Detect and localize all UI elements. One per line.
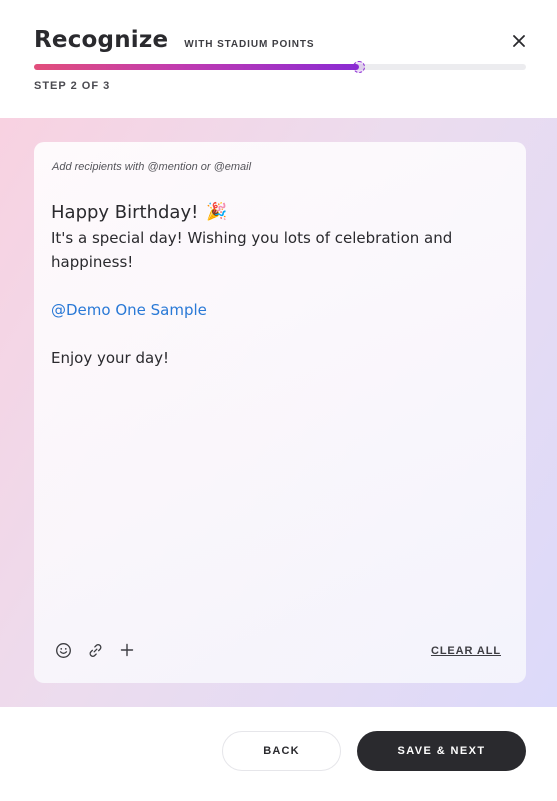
- page-subtitle: WITH STADIUM POINTS: [184, 39, 315, 50]
- message-closing: Enjoy your day!: [51, 349, 170, 367]
- plus-icon: [120, 643, 134, 657]
- progress-fill: [34, 64, 359, 70]
- editor-background: Add recipients with @mention or @email H…: [0, 118, 557, 707]
- link-button[interactable]: [86, 641, 104, 659]
- close-button[interactable]: [509, 31, 529, 51]
- progress-handle: [352, 61, 365, 73]
- modal-footer: BACK SAVE & NEXT: [0, 707, 557, 801]
- message-title: Happy Birthday! 🎉: [51, 198, 511, 226]
- message-editor[interactable]: Add recipients with @mention or @email H…: [34, 142, 526, 683]
- message-line: It's a special day! Wishing you lots of …: [51, 229, 453, 247]
- clear-all-button[interactable]: CLEAR ALL: [431, 645, 501, 657]
- back-button[interactable]: BACK: [222, 731, 341, 771]
- modal-header: Recognize WITH STADIUM POINTS STEP 2 OF …: [0, 0, 557, 118]
- emoji-icon: [55, 642, 71, 658]
- link-icon: [89, 643, 101, 657]
- add-button[interactable]: [118, 641, 136, 659]
- title-row: Recognize WITH STADIUM POINTS: [34, 27, 315, 53]
- message-line: happiness!: [51, 253, 134, 271]
- message-title-text: Happy Birthday!: [51, 201, 199, 223]
- message-body[interactable]: Happy Birthday! 🎉 It's a special day! Wi…: [51, 198, 511, 370]
- progress-bar: [34, 61, 526, 73]
- mention-link[interactable]: @Demo One Sample: [51, 298, 511, 322]
- close-icon: [513, 35, 525, 47]
- editor-toolbar: [54, 641, 136, 659]
- emoji-button[interactable]: [54, 641, 72, 659]
- recipients-input[interactable]: Add recipients with @mention or @email: [52, 161, 251, 173]
- save-next-button[interactable]: SAVE & NEXT: [357, 731, 526, 771]
- party-popper-icon: 🎉: [206, 202, 228, 222]
- step-indicator: STEP 2 OF 3: [34, 80, 111, 92]
- page-title: Recognize: [34, 27, 169, 53]
